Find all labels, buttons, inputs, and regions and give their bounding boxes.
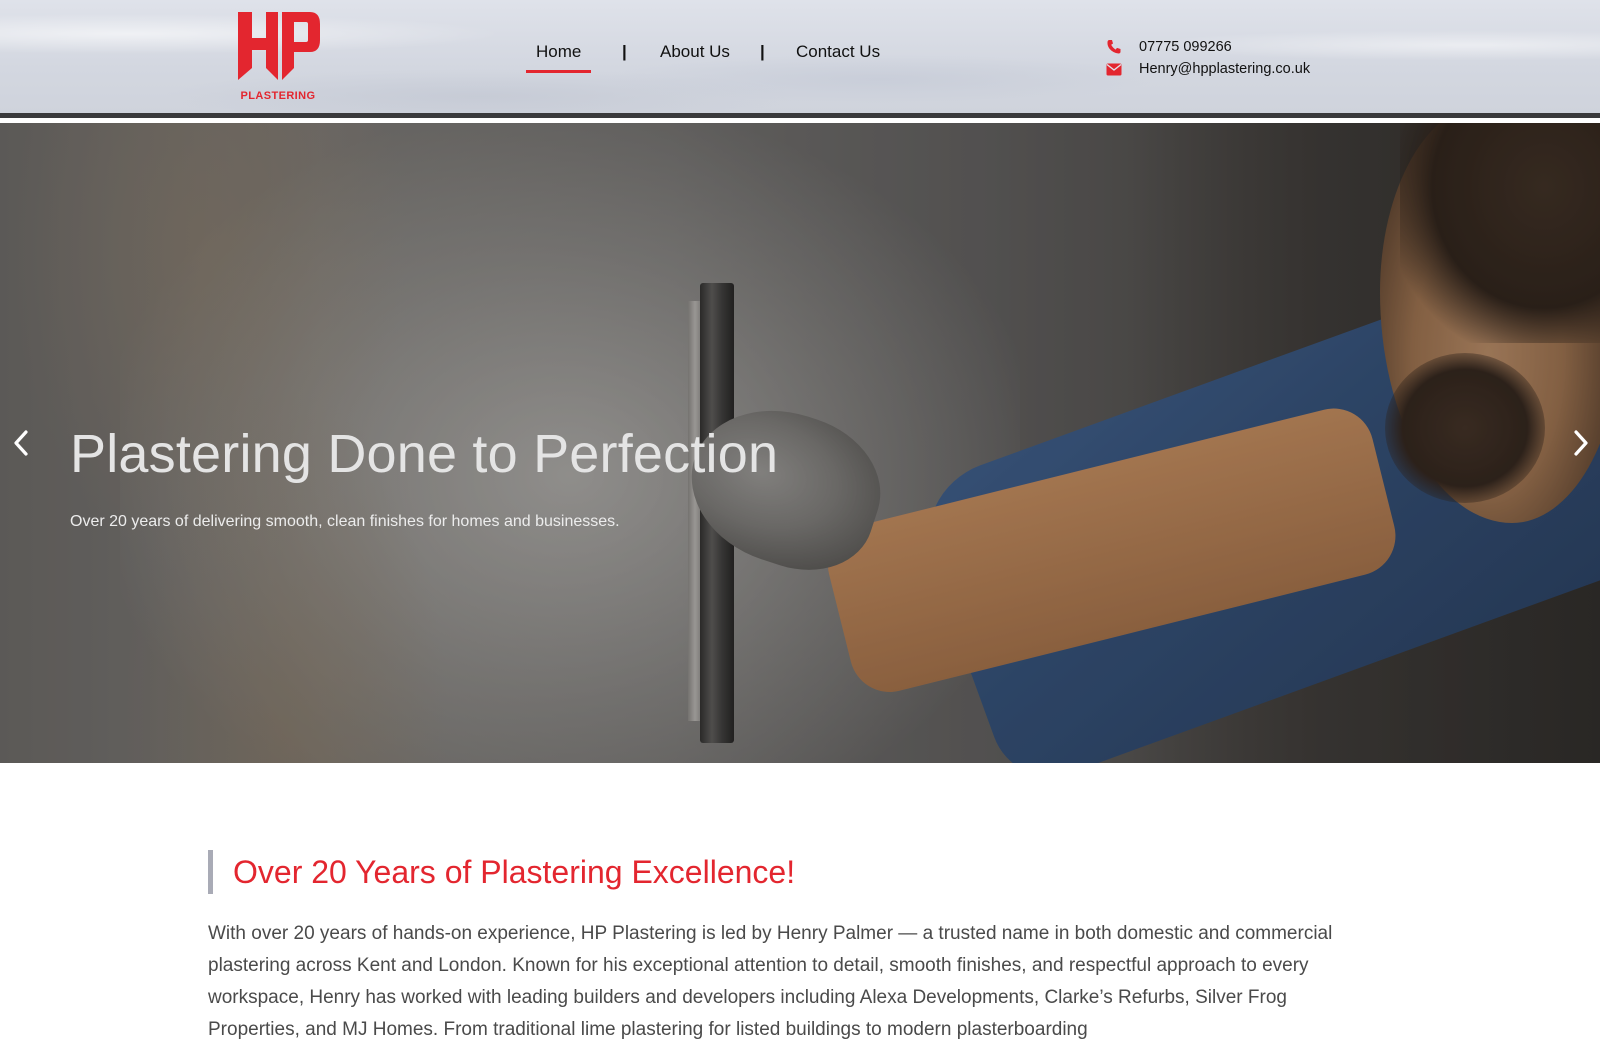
intro-section: Over 20 Years of Plastering Excellence! … (208, 850, 1408, 1040)
email-address[interactable]: Henry@hpplastering.co.uk (1139, 61, 1310, 77)
phone-row[interactable]: 07775 099266 (1105, 36, 1310, 58)
hero-slider: Plastering Done to Perfection Over 20 ye… (0, 123, 1600, 763)
intro-heading-block: Over 20 Years of Plastering Excellence! (208, 850, 1408, 894)
slider-next-button[interactable] (1566, 423, 1596, 463)
phone-number[interactable]: 07775 099266 (1139, 39, 1232, 55)
chevron-right-icon (1574, 430, 1588, 456)
hp-plastering-logo[interactable]: PLASTERING (232, 10, 324, 102)
nav-home-link[interactable]: Home (525, 42, 592, 73)
intro-body-text: With over 20 years of hands-on experienc… (208, 923, 1333, 1040)
hero-subtitle: Over 20 years of delivering smooth, clea… (70, 513, 620, 530)
nav-contact-us-link[interactable]: Contact Us (796, 42, 880, 70)
header-contact-info: 07775 099266 Henry@hpplastering.co.uk (1105, 36, 1310, 80)
envelope-icon (1105, 61, 1123, 77)
chevron-left-icon (14, 430, 28, 456)
hero-title: Plastering Done to Perfection (70, 424, 779, 484)
site-header: PLASTERING Home | About Us | Contact Us … (0, 0, 1600, 118)
logo-mark (238, 12, 320, 80)
slider-prev-button[interactable] (6, 423, 36, 463)
nav-about-us-link[interactable]: About Us (660, 42, 730, 70)
logo-wordmark: PLASTERING (240, 90, 316, 102)
nav-separator: | (622, 42, 627, 61)
nav-separator: | (760, 42, 765, 61)
email-row[interactable]: Henry@hpplastering.co.uk (1105, 58, 1310, 80)
phone-icon (1105, 39, 1123, 55)
intro-heading: Over 20 Years of Plastering Excellence! (233, 853, 796, 890)
